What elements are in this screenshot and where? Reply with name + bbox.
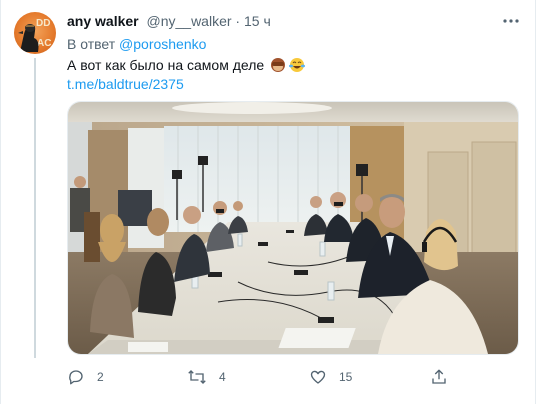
tweet-actions: 2 4 15 — [67, 367, 467, 387]
separator: · — [231, 13, 244, 29]
reply-context: В ответ @poroshenko — [67, 36, 206, 52]
emoji-group — [271, 58, 306, 72]
more-options-icon[interactable] — [502, 14, 522, 28]
like-count: 15 — [339, 370, 353, 384]
reply-icon — [69, 370, 83, 385]
tweet[interactable]: DD AC any walker @ny__walker · 15 ч В от… — [0, 0, 536, 404]
tweet-link[interactable]: t.me/baldtrue/2375 — [67, 76, 184, 92]
like-button[interactable]: 15 — [309, 367, 352, 387]
reply-mention-link[interactable]: @poroshenko — [119, 36, 206, 52]
reply-count: 2 — [97, 370, 104, 384]
retweet-icon — [188, 370, 206, 384]
meeting-photo-illustration — [68, 102, 518, 354]
face-with-tears-of-joy-icon — [289, 58, 306, 72]
retweet-count: 4 — [219, 370, 226, 384]
left-border — [0, 0, 1, 404]
share-icon — [432, 369, 446, 384]
tweet-text-content: А вот как было на самом деле — [67, 57, 265, 73]
svg-text:DD: DD — [36, 18, 50, 29]
meeting-room-photo[interactable] — [67, 101, 519, 355]
see-no-evil-monkey-icon — [271, 58, 286, 72]
tweet-text: А вот как было на самом деле — [67, 57, 306, 73]
tweet-header: any walker @ny__walker · 15 ч — [67, 13, 271, 29]
author-handle[interactable]: @ny__walker — [147, 13, 232, 29]
heart-icon — [310, 370, 326, 384]
avatar-image: DD AC — [18, 18, 51, 52]
thread-line — [34, 58, 36, 358]
reply-prefix: В ответ — [67, 36, 120, 52]
author-name[interactable]: any walker — [67, 13, 139, 29]
svg-text:AC: AC — [37, 38, 51, 49]
retweet-button[interactable]: 4 — [187, 367, 226, 387]
reply-button[interactable]: 2 — [67, 367, 104, 387]
avatar[interactable]: DD AC — [14, 12, 56, 54]
tweet-time[interactable]: 15 ч — [244, 13, 271, 29]
share-button[interactable] — [430, 367, 448, 387]
